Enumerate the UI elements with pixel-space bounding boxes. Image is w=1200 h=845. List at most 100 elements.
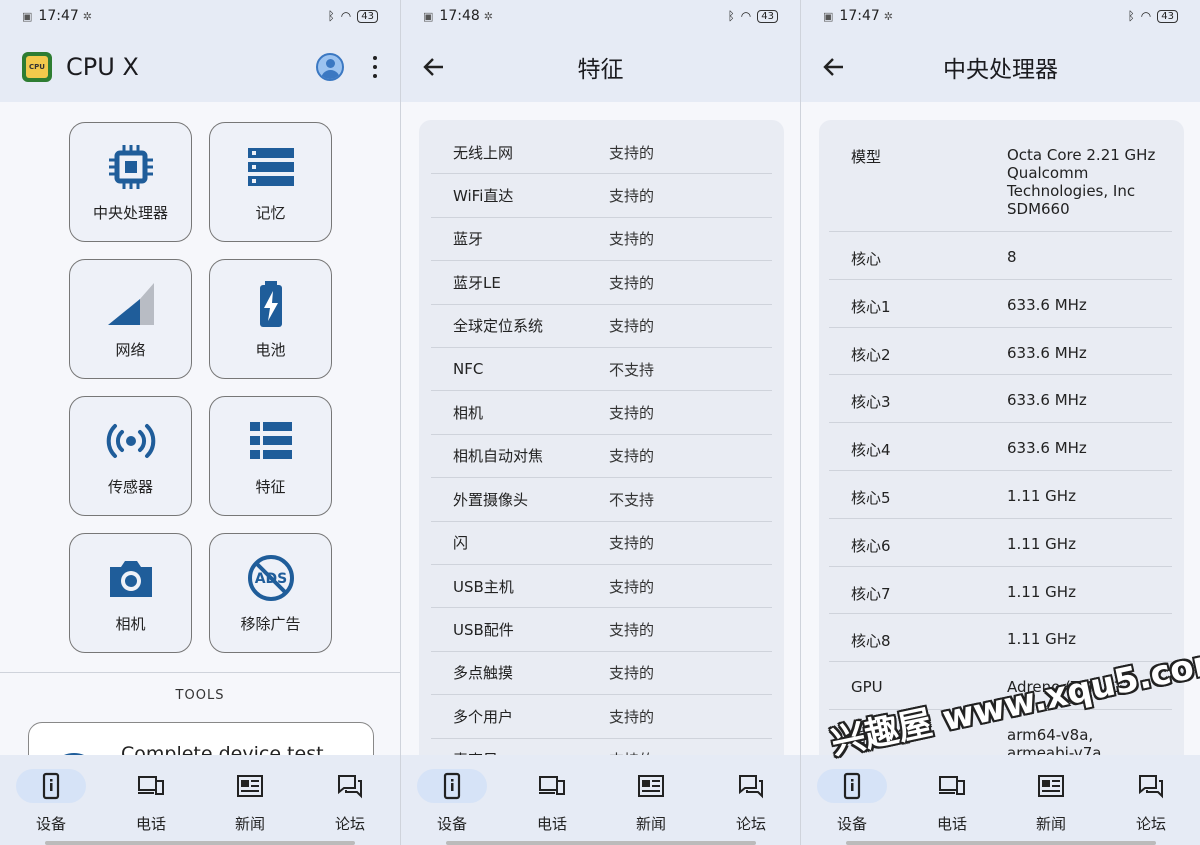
feature-row: NFC 不支持 <box>431 348 772 392</box>
cpu-info-key: 核心1 <box>851 297 891 316</box>
home-screen: ▣ 17:47 ✲ ᛒ ◠ 43 CPU CPU X 中央处理器 记忆 网络 电… <box>0 0 400 845</box>
feature-name: 全球定位系统 <box>453 317 544 336</box>
nav-forum[interactable]: 论坛 <box>701 769 800 834</box>
cpu-info-key: 核心3 <box>851 393 891 412</box>
cpu-info-value: 633.6 MHz <box>1007 439 1087 458</box>
device-test-card[interactable]: Complete device test <box>28 722 374 755</box>
nav-pill <box>917 769 987 803</box>
nav-device[interactable]: 设备 <box>802 769 902 834</box>
feature-name: 蓝牙 <box>453 230 484 249</box>
nav-phone[interactable]: 电话 <box>902 769 1002 834</box>
bottom-navigation: 设备 电话 新闻 论坛 <box>801 755 1200 845</box>
nav-label: 新闻 <box>1035 815 1066 833</box>
tile-label: 相机 <box>115 614 146 633</box>
tile-remove-ads[interactable]: ADS 移除广告 <box>209 533 332 653</box>
cpu-info-value: 633.6 MHz <box>1007 391 1087 410</box>
tile-label: 移除广告 <box>240 614 301 633</box>
cpu-info-value: 633.6 MHz <box>1007 295 1087 314</box>
back-arrow-icon[interactable] <box>421 54 447 80</box>
cpu-info-row: 核心8 1.11 GHz <box>829 614 1172 663</box>
nav-forum[interactable]: 论坛 <box>300 769 400 834</box>
feature-name: NFC <box>453 360 484 379</box>
bottom-navigation: 设备 电话 新闻 论坛 <box>0 755 400 845</box>
tile-label: 特征 <box>255 477 286 496</box>
nav-device[interactable]: 设备 <box>402 769 502 834</box>
tile-network[interactable]: 网络 <box>69 259 192 379</box>
feature-value: 支持的 <box>609 143 655 162</box>
camera-icon <box>109 560 152 597</box>
forum-icon <box>739 775 763 799</box>
nav-label: 新闻 <box>635 815 666 833</box>
status-bar: ▣ 17:47 ✲ ᛒ ◠ 43 <box>801 0 1200 32</box>
feature-name: 蓝牙LE <box>453 273 501 292</box>
nav-news[interactable]: 新闻 <box>601 769 701 834</box>
nav-news[interactable]: 新闻 <box>1001 769 1101 834</box>
feature-name: 闪 <box>453 534 469 553</box>
cpu-info-value: 633.6 MHz <box>1007 343 1087 362</box>
nav-label: 新闻 <box>234 815 265 833</box>
fan-icon: ✲ <box>883 9 893 23</box>
nav-device[interactable]: 设备 <box>1 769 101 834</box>
tile-camera[interactable]: 相机 <box>69 533 192 653</box>
notification-icon: ▣ <box>423 9 434 23</box>
features-icon <box>249 421 292 459</box>
cpu-content: 模型 Octa Core 2.21 GHz Qualcomm Technologi… <box>801 102 1200 755</box>
nav-forum[interactable]: 论坛 <box>1101 769 1200 834</box>
nav-label: 论坛 <box>334 815 365 833</box>
feature-value: 支持的 <box>609 187 655 206</box>
app-logo: CPU <box>22 52 52 82</box>
feature-row: 闪 支持的 <box>431 522 772 565</box>
feature-row: 麦克风支持的 <box>431 739 772 755</box>
status-bar: ▣ 17:47 ✲ ᛒ ◠ 43 <box>0 0 400 32</box>
tile-sensors[interactable]: 传感器 <box>69 396 192 516</box>
device-info-icon <box>443 772 461 800</box>
gesture-handle <box>45 841 355 845</box>
nav-label: 设备 <box>436 815 467 833</box>
nav-active-indicator <box>417 769 487 803</box>
feature-value: 支持的 <box>609 621 655 640</box>
nav-active-indicator <box>16 769 86 803</box>
feature-value: 支持的 <box>609 707 655 726</box>
nav-pill <box>1016 769 1086 803</box>
status-time: 17:47 <box>839 8 880 24</box>
feature-name: USB主机 <box>453 577 514 596</box>
more-options-icon[interactable] <box>372 56 378 78</box>
cpu-info-row: 模型 Octa Core 2.21 GHz Qualcomm Technologi… <box>829 130 1172 232</box>
tile-cpu[interactable]: 中央处理器 <box>69 122 192 242</box>
devices-icon <box>539 776 565 795</box>
gesture-handle <box>446 841 756 845</box>
cpu-info-key: 核心8 <box>851 632 891 651</box>
tile-features[interactable]: 特征 <box>209 396 332 516</box>
status-time: 17:47 <box>38 8 79 24</box>
cpu-info-row: 核心7 1.11 GHz <box>829 567 1172 615</box>
cpu-info-value: Adreno (TM) 512 <box>1007 678 1133 697</box>
nav-phone[interactable]: 电话 <box>502 769 602 834</box>
app-bar: CPU CPU X <box>0 32 400 102</box>
cpu-info-key: 核心 <box>851 250 882 268</box>
features-screen: ▣ 17:48 ✲ ᛒ ◠ 43 特征 无线上网 支持的 WiFi直达 支持的 蓝牙 支持… <box>400 0 800 845</box>
tile-battery[interactable]: 电池 <box>209 259 332 379</box>
nav-news[interactable]: 新闻 <box>200 769 300 834</box>
device-info-icon <box>42 772 60 800</box>
cpu-card: 模型 Octa Core 2.21 GHz Qualcomm Technologi… <box>819 120 1184 755</box>
cpu-info-row: 核心2 633.6 MHz <box>829 328 1172 376</box>
tile-label: 电池 <box>255 340 286 359</box>
device-info-icon <box>843 772 861 800</box>
nav-label: 电话 <box>135 815 166 833</box>
nav-phone[interactable]: 电话 <box>101 769 201 834</box>
feature-name: 多个用户 <box>453 707 514 726</box>
cpu-info-row: 核心4 633.6 MHz <box>829 423 1172 471</box>
tile-memory[interactable]: 记忆 <box>209 122 332 242</box>
feature-row: WiFi直达 支持的 <box>431 174 772 218</box>
device-test-label: Complete device test <box>121 743 324 755</box>
fan-icon: ✲ <box>483 9 493 23</box>
cpu-info-value: 8 <box>1007 248 1017 266</box>
back-arrow-icon[interactable] <box>821 54 847 80</box>
cpu-info-key: GPU <box>851 678 883 697</box>
battery-indicator: 43 <box>757 9 778 23</box>
battery-indicator: 43 <box>357 9 378 23</box>
tile-label: 中央处理器 <box>92 203 168 222</box>
account-avatar-icon[interactable] <box>316 53 344 81</box>
notification-icon: ▣ <box>22 9 33 23</box>
tile-label: 网络 <box>115 340 146 359</box>
